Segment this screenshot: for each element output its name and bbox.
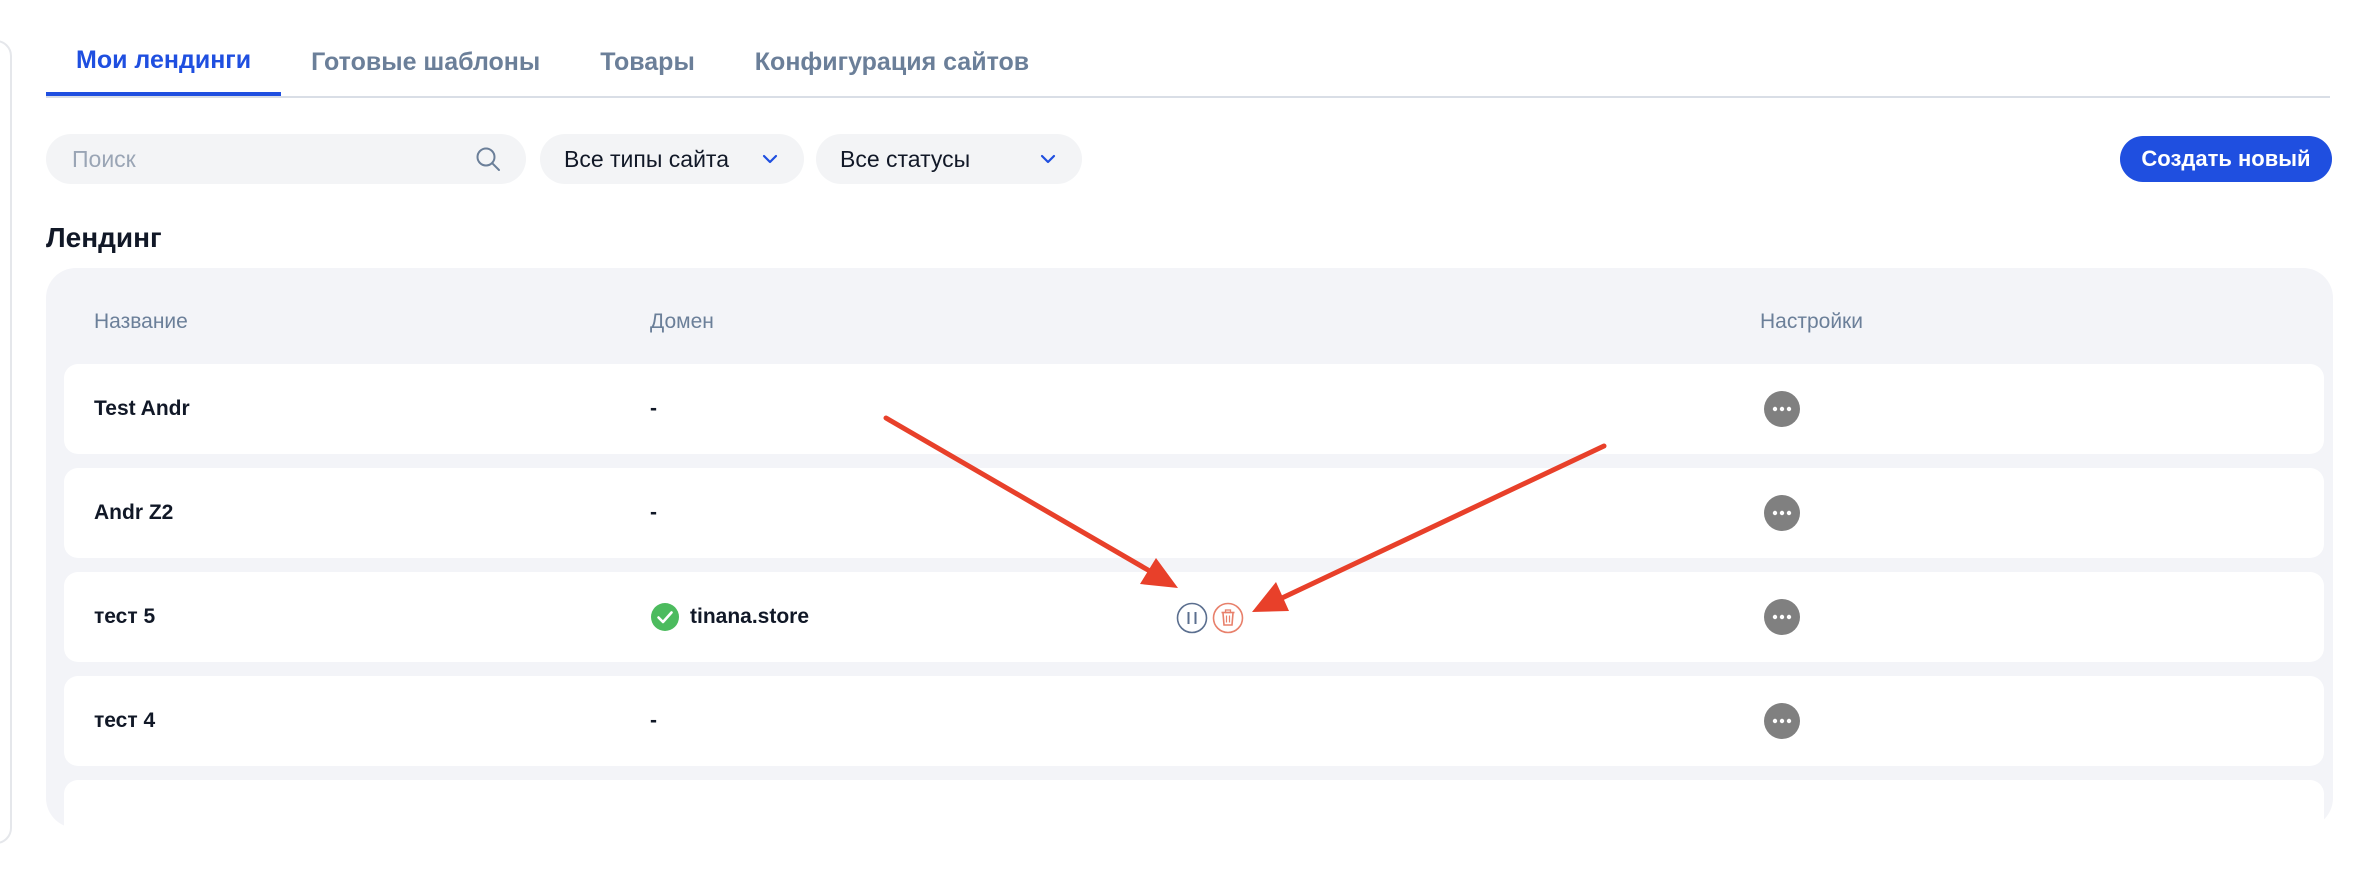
tab-site-config[interactable]: Конфигурация сайтов: [725, 28, 1059, 96]
landings-table: Название Домен Настройки Test Andr - And…: [46, 268, 2333, 870]
table-row[interactable]: Andr Z2 -: [64, 468, 2324, 558]
row-domain: tinana.store: [650, 572, 809, 662]
search-input[interactable]: [70, 144, 474, 174]
more-dots-icon: [1772, 510, 1792, 516]
tab-products[interactable]: Товары: [570, 28, 725, 96]
row-domain: -: [650, 501, 657, 524]
tab-templates[interactable]: Готовые шаблоны: [281, 28, 570, 96]
table-row[interactable]: [64, 780, 2324, 870]
search-icon[interactable]: [474, 145, 502, 173]
site-type-value: Все типы сайта: [564, 145, 729, 172]
tab-my-landings[interactable]: Мои лендинги: [46, 28, 282, 96]
check-circle-icon: [651, 603, 679, 631]
row-name: Andr Z2: [94, 501, 174, 524]
row-name: тест 4: [94, 709, 156, 732]
more-options-button[interactable]: [1764, 599, 1800, 635]
create-new-button[interactable]: Создать новый: [2120, 136, 2332, 182]
more-dots-icon: [1772, 614, 1792, 620]
row-name: тест 5: [94, 605, 156, 628]
column-header-name: Название: [94, 310, 188, 333]
row-domain: -: [650, 397, 657, 420]
chevron-down-icon: [762, 154, 778, 164]
column-header-settings: Настройки: [1760, 310, 1863, 333]
more-dots-icon: [1772, 406, 1792, 412]
row-domain: -: [650, 709, 657, 732]
table-row[interactable]: Test Andr -: [64, 364, 2324, 454]
more-dots-icon: [1772, 718, 1792, 724]
status-select[interactable]: Все статусы: [816, 134, 1082, 184]
domain-link[interactable]: tinana.store: [690, 605, 809, 629]
status-value: Все статусы: [840, 145, 971, 172]
chevron-down-icon: [1040, 154, 1056, 164]
more-options-button[interactable]: [1764, 703, 1800, 739]
tab-bar: Мои лендинги Готовые шаблоны Товары Конф…: [46, 28, 2330, 98]
pause-icon[interactable]: [1176, 602, 1208, 634]
column-header-domain: Домен: [650, 310, 714, 333]
site-type-select[interactable]: Все типы сайта: [540, 134, 804, 184]
table-row[interactable]: тест 4 -: [64, 676, 2324, 766]
trash-icon[interactable]: [1212, 602, 1244, 634]
row-name: Test Andr: [94, 397, 190, 420]
more-options-button[interactable]: [1764, 495, 1800, 531]
landing-pages-screen: Мои лендинги Готовые шаблоны Товары Конф…: [0, 0, 2360, 870]
more-options-button[interactable]: [1764, 391, 1800, 427]
section-title: Лендинг: [46, 222, 162, 253]
table-row[interactable]: тест 5 tinana.store: [64, 572, 2324, 662]
search-box[interactable]: [46, 134, 526, 184]
